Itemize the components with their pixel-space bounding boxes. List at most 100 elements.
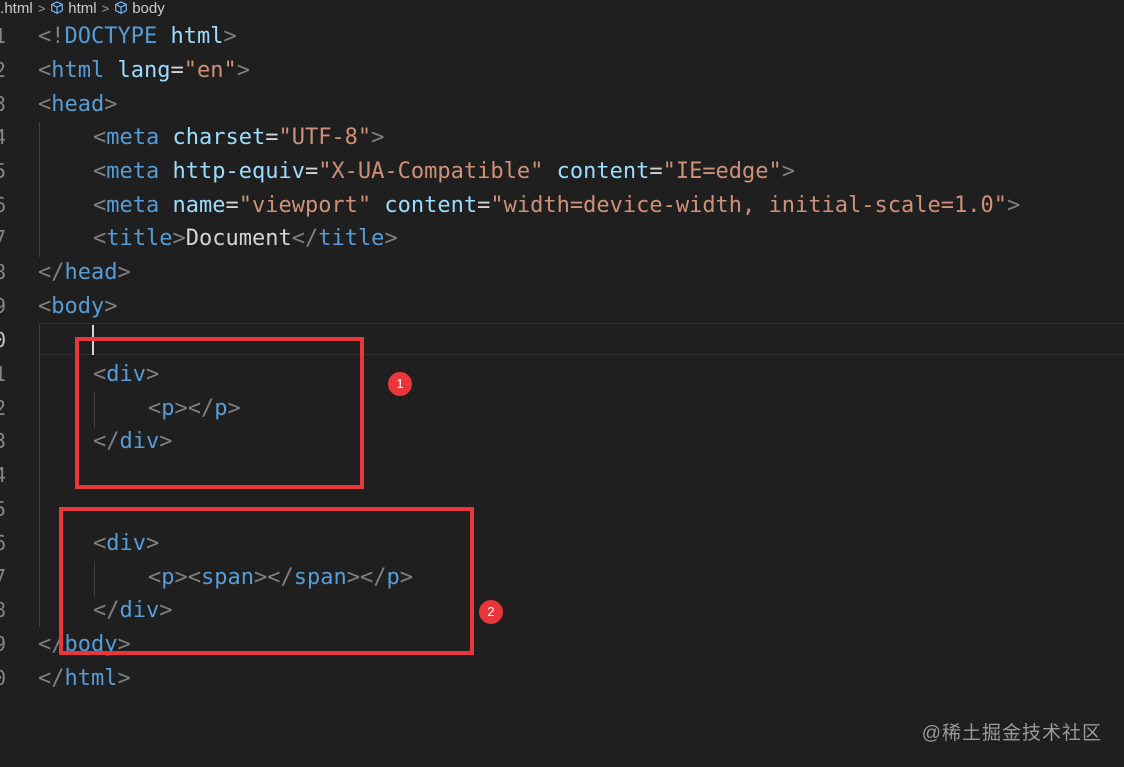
annotation-box-1 [75, 337, 364, 489]
line-code: <body> [38, 294, 117, 320]
code-line[interactable]: 6 <meta name="viewport" content="width=d… [0, 189, 1124, 223]
line-number: 0 [0, 328, 7, 352]
token: html [64, 666, 118, 691]
breadcrumb-item-body[interactable]: body [114, 0, 165, 17]
token: < [93, 226, 107, 251]
token: charset [172, 125, 266, 150]
token: "IE=edge" [662, 159, 782, 184]
breadcrumb-item-label: html [68, 0, 97, 17]
token: < [93, 125, 107, 150]
line-code: <meta charset="UTF-8"> [93, 125, 384, 151]
code-line[interactable]: 4 <meta charset="UTF-8"> [0, 121, 1124, 155]
token: > [384, 226, 398, 251]
token: < [38, 92, 52, 117]
token: > [117, 666, 131, 691]
token: > [117, 260, 131, 285]
token: = [225, 193, 239, 218]
token: > [172, 226, 186, 251]
cube-icon [115, 1, 128, 14]
line-code: </html> [38, 666, 131, 692]
token: "en" [183, 58, 237, 83]
token: name [172, 193, 226, 218]
token: <! [38, 24, 65, 49]
annotation-badge-1: 1 [388, 372, 412, 396]
token: </ [38, 260, 65, 285]
token: meta [106, 159, 160, 184]
line-number: 7 [0, 226, 7, 250]
breadcrumb-file[interactable]: t.html [0, 0, 33, 17]
line-number: 2 [0, 58, 7, 82]
breadcrumb-item-label: body [132, 0, 165, 17]
token: < [93, 193, 107, 218]
breadcrumb-file-label: t.html [0, 0, 33, 17]
line-code: <!DOCTYPE html> [38, 24, 237, 50]
breadcrumb: t.html > html > body [0, 0, 1124, 17]
token: "X-UA-Compatible" [318, 159, 544, 184]
token: = [170, 58, 184, 83]
token: < [38, 294, 52, 319]
line-number: 4 [0, 463, 7, 487]
code-line[interactable]: 3 <head> [0, 88, 1124, 122]
line-number: 0 [0, 666, 7, 690]
token: lang [117, 58, 171, 83]
token: > [104, 92, 118, 117]
annotation-box-2 [59, 507, 474, 655]
line-number: 2 [0, 396, 7, 420]
line-number: 6 [0, 193, 7, 217]
token: > [236, 58, 250, 83]
line-number: 6 [0, 531, 7, 555]
code-line[interactable]: 2 <html lang="en"> [0, 54, 1124, 88]
line-code: <head> [38, 92, 117, 118]
token: > [781, 159, 796, 184]
line-code: </head> [38, 260, 131, 286]
token: = [649, 159, 663, 184]
code-line[interactable]: 8 </head> [0, 256, 1124, 290]
token: Document [185, 226, 292, 251]
code-line[interactable]: 7 <title>Document</title> [0, 222, 1124, 256]
chevron-right-icon: > [37, 0, 46, 16]
token: content [384, 193, 478, 218]
line-number: 7 [0, 565, 7, 589]
token: meta [106, 193, 160, 218]
line-code: <meta http-equiv="X-UA-Compatible" conte… [93, 159, 795, 185]
line-code: <meta name="viewport" content="width=dev… [93, 193, 1020, 219]
cube-icon [51, 1, 64, 14]
token: < [93, 159, 107, 184]
code-line[interactable]: 5 <meta http-equiv="X-UA-Compatible" con… [0, 155, 1124, 189]
line-code: <title>Document</title> [93, 226, 398, 252]
token: </ [38, 666, 65, 691]
annotation-badge-2: 2 [479, 600, 503, 624]
line-number: 4 [0, 125, 7, 149]
line-code: <html lang="en"> [38, 58, 250, 84]
token: title [106, 226, 173, 251]
token: = [477, 193, 491, 218]
token: head [64, 260, 118, 285]
line-number: 9 [0, 632, 7, 656]
token: </ [291, 226, 319, 251]
token: html [170, 24, 224, 49]
token: "UTF-8" [278, 125, 372, 150]
chevron-right-icon: > [101, 0, 110, 16]
line-number: 8 [0, 260, 7, 284]
token: content [556, 159, 650, 184]
line-number: 9 [0, 294, 7, 318]
line-number: 8 [0, 598, 7, 622]
line-number: 5 [0, 159, 7, 183]
token: > [104, 294, 118, 319]
code-line[interactable]: 0 </html> [0, 662, 1124, 696]
token: "width=device-width, initial-scale=1.0" [490, 193, 1007, 218]
token: > [223, 24, 237, 49]
code-line[interactable]: 1 <!DOCTYPE html> [0, 20, 1124, 54]
breadcrumb-item-html[interactable]: html [50, 0, 97, 17]
token: = [304, 159, 319, 184]
token: meta [106, 125, 160, 150]
line-number: 1 [0, 24, 7, 48]
code-line[interactable]: 9 <body> [0, 290, 1124, 324]
token: < [38, 58, 52, 83]
